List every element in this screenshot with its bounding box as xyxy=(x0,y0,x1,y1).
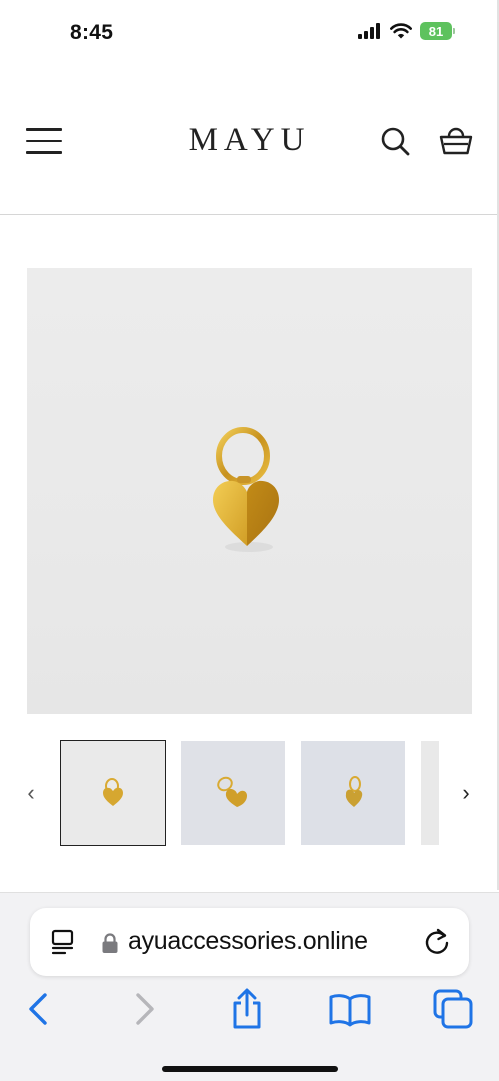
status-icons: 81 xyxy=(358,22,455,40)
bookmarks-icon[interactable] xyxy=(328,987,372,1031)
browser-toolbar: ayuaccessories.online xyxy=(0,892,499,1081)
thumbnail-4[interactable] xyxy=(421,741,439,845)
thumbnail-2[interactable] xyxy=(181,741,285,845)
thumbnail-prev-button[interactable]: ‹ xyxy=(20,780,42,808)
url-text[interactable]: ayuaccessories.online xyxy=(128,927,368,956)
clock: 8:45 xyxy=(70,21,114,44)
search-icon[interactable] xyxy=(378,124,412,158)
battery-charging-icon: 81 xyxy=(420,22,455,40)
reader-mode-icon[interactable] xyxy=(49,928,79,958)
reload-icon[interactable] xyxy=(422,927,452,957)
lock-icon xyxy=(102,933,118,953)
forward-icon[interactable] xyxy=(123,987,167,1031)
site-logo[interactable]: MAYU xyxy=(0,122,499,159)
thumbnail-next-button[interactable]: › xyxy=(455,780,477,808)
header-divider xyxy=(0,214,499,215)
thumbnail-3[interactable] xyxy=(301,741,405,845)
product-main-image[interactable] xyxy=(27,268,472,714)
battery-level: 81 xyxy=(420,22,452,40)
address-bar[interactable]: ayuaccessories.online xyxy=(30,908,469,976)
wifi-icon xyxy=(390,23,412,39)
signal-icon xyxy=(358,23,380,39)
cart-basket-icon[interactable] xyxy=(438,124,474,158)
status-bar: 8:45 81 xyxy=(0,0,499,60)
site-header: MAYU xyxy=(0,100,499,185)
tabs-icon[interactable] xyxy=(431,987,475,1031)
back-icon[interactable] xyxy=(16,987,60,1031)
share-icon[interactable] xyxy=(225,987,269,1031)
home-indicator xyxy=(162,1066,338,1072)
thumbnail-1[interactable] xyxy=(60,740,166,846)
